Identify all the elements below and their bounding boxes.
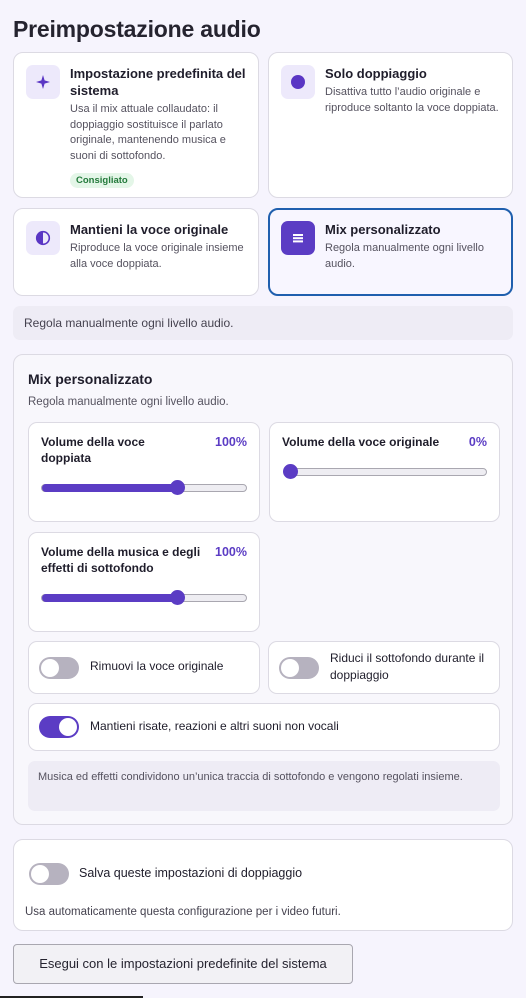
- option-dub-only[interactable]: Solo doppiaggio Disattiva tutto l’audio …: [268, 52, 513, 198]
- selected-option-description: Regola manualmente ogni livello audio.: [13, 306, 513, 340]
- save-settings-switch[interactable]: [29, 863, 69, 885]
- switch-knob: [31, 865, 49, 883]
- slider-fill: [42, 594, 177, 602]
- slider-thumb[interactable]: [283, 464, 298, 479]
- audio-preset-page: Preimpostazione audio Impostazione prede…: [0, 0, 526, 998]
- slider-value: 0%: [468, 435, 487, 449]
- recommended-badge: Consigliato: [70, 173, 134, 188]
- switch-knob: [41, 659, 59, 677]
- option-keep-original-voice[interactable]: Mantieni la voce originale Riproduce la …: [13, 208, 259, 296]
- slider-label: Volume della musica e degli effetti di s…: [41, 545, 201, 575]
- option-desc: Riproduce la voce originale insieme alla…: [70, 242, 244, 270]
- option-desc: Disattiva tutto l’audio originale e ripr…: [325, 86, 499, 114]
- custom-mix-panel: Mix personalizzato Regola manualmente og…: [13, 354, 513, 825]
- run-with-defaults-button[interactable]: Esegui con le impostazioni predefinite d…: [13, 944, 353, 984]
- slider-value: 100%: [215, 545, 247, 559]
- slider-thumb[interactable]: [170, 590, 185, 605]
- dot-icon: [281, 65, 315, 99]
- option-title: Mix personalizzato: [325, 222, 441, 237]
- dubbed-voice-slider[interactable]: [41, 480, 247, 495]
- menu-lines-icon: [281, 221, 315, 255]
- slider-fill: [42, 484, 177, 492]
- toggle-card-keep-nonvocal: Mantieni risate, reazioni e altri suoni …: [28, 703, 500, 751]
- toggle-label: Riduci il sottofondo durante il doppiagg…: [330, 651, 485, 682]
- option-title: Solo doppiaggio: [325, 66, 427, 81]
- option-system-default[interactable]: Impostazione predefinita del sistema Usa…: [13, 52, 259, 198]
- background-track-note: Musica ed effetti condividono un’unica t…: [28, 761, 500, 811]
- keep-nonvocal-switch[interactable]: [39, 716, 79, 738]
- slider-label: Volume della voce originale: [282, 435, 440, 449]
- option-custom-mix[interactable]: Mix personalizzato Regola manualmente og…: [268, 208, 513, 296]
- toggle-label: Rimuovi la voce originale: [90, 659, 224, 673]
- save-settings-label: Salva queste impostazioni di doppiaggio: [79, 866, 303, 880]
- toggle-label: Mantieni risate, reazioni e altri suoni …: [90, 719, 339, 733]
- option-desc: Regola manualmente ogni livello audio.: [325, 242, 484, 270]
- option-title: Impostazione predefinita del sistema: [70, 66, 246, 98]
- slider-card-dubbed-voice: Volume della voce doppiata 100%: [28, 422, 260, 522]
- background-slider[interactable]: [41, 590, 247, 605]
- slider-thumb[interactable]: [170, 480, 185, 495]
- slider-value: 100%: [215, 435, 247, 449]
- slider-card-background: Volume della musica e degli effetti di s…: [28, 532, 260, 632]
- save-settings-desc: Usa automaticamente questa configurazion…: [25, 906, 341, 918]
- toggle-card-duck-background: Riduci il sottofondo durante il doppiagg…: [268, 641, 500, 694]
- duck-background-switch[interactable]: [279, 657, 319, 679]
- panel-subtitle: Regola manualmente ogni livello audio.: [28, 396, 229, 408]
- panel-title: Mix personalizzato: [28, 371, 153, 387]
- option-title: Mantieni la voce originale: [70, 222, 229, 237]
- save-settings-card: Salva queste impostazioni di doppiaggio …: [13, 839, 513, 931]
- option-desc: Usa il mix attuale collaudato: il doppia…: [70, 103, 226, 162]
- slider-label: Volume della voce doppiata: [41, 435, 145, 465]
- switch-knob: [59, 718, 77, 736]
- switch-knob: [281, 659, 299, 677]
- remove-original-voice-switch[interactable]: [39, 657, 79, 679]
- toggle-card-remove-original: Rimuovi la voce originale: [28, 641, 260, 694]
- original-voice-slider[interactable]: [283, 464, 487, 479]
- slider-card-original-voice: Volume della voce originale 0%: [269, 422, 500, 522]
- half-circle-icon: [26, 221, 60, 255]
- page-title: Preimpostazione audio: [13, 16, 261, 42]
- sparkle-icon: [26, 65, 60, 99]
